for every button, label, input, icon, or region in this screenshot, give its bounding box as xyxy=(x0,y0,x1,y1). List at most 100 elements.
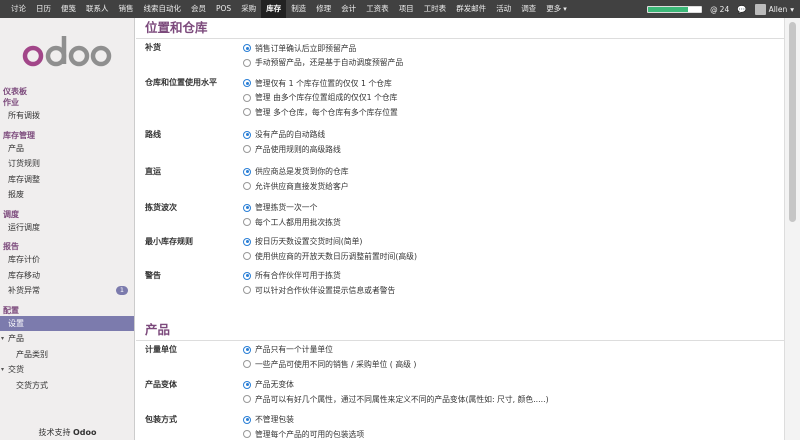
odoo-logo[interactable] xyxy=(0,18,134,86)
chevron-down-icon: ▾ xyxy=(790,4,794,14)
radio-label: 供应商总是发货到你的仓库 xyxy=(255,167,349,177)
radio-option[interactable]: 产品无变体 xyxy=(243,378,549,393)
setting-options: 所有合作伙伴可用于拣货 可以针对合作伙伴设置提示信息或者警告 xyxy=(243,269,395,298)
menu-section-0[interactable]: 仪表板 xyxy=(0,86,134,97)
sidebar-item-4-0[interactable]: 库存计价 xyxy=(0,252,134,268)
radio-checked-icon[interactable] xyxy=(243,203,251,212)
sidebar-item-2-1[interactable]: 订货规则 xyxy=(0,156,134,172)
sidebar-item-2-0[interactable]: 产品 xyxy=(0,141,134,157)
nav-item-12[interactable]: 会计 xyxy=(336,0,361,18)
radio-checked-icon[interactable] xyxy=(243,237,251,246)
radio-label: 使用供应商的开放天数日历调整前置时间(高级) xyxy=(255,251,418,261)
nav-item-18[interactable]: 调查 xyxy=(516,0,541,18)
scrollbar[interactable] xyxy=(784,18,800,440)
setting-row: 警告 所有合作伙伴可用于拣货 可以针对合作伙伴设置提示信息或者警告 xyxy=(136,269,784,304)
scrollbar-thumb[interactable] xyxy=(789,22,796,222)
sidebar-item-5-1[interactable]: ▾ 产品 xyxy=(0,331,134,347)
chat-count: 24 xyxy=(719,4,730,14)
sidebar-item-5-4[interactable]: 交货方式 xyxy=(0,378,134,394)
radio-option[interactable]: 管理拣货一次一个 xyxy=(243,201,341,216)
sidebar-item-5-2[interactable]: 产品类别 xyxy=(0,347,134,363)
setting-row: 包装方式 不管理包装 管理每个产品的可用的包装选项 xyxy=(136,413,784,440)
nav-item-14[interactable]: 项目 xyxy=(394,0,419,18)
radio-checked-icon[interactable] xyxy=(243,44,251,53)
sidebar-item-label: 交货 xyxy=(8,365,24,374)
radio-unchecked-icon[interactable] xyxy=(243,252,251,261)
radio-option[interactable]: 管理 多个仓库，每个仓库有多个库存位置 xyxy=(243,105,398,120)
radio-option[interactable]: 产品可以有好几个属性，通过不同属性来定义不同的产品变体(属性如: 尺寸, 颜色.… xyxy=(243,392,549,407)
radio-option[interactable]: 使用供应商的开放天数日历调整前置时间(高级) xyxy=(243,249,417,264)
powered-by[interactable]: 技术支持 Odoo xyxy=(0,427,135,438)
nav-item-15[interactable]: 工时表 xyxy=(419,0,452,18)
radio-option[interactable]: 允许供应商直接发货给客户 xyxy=(243,179,349,194)
radio-option[interactable]: 可以针对合作伙伴设置提示信息或者警告 xyxy=(243,283,395,298)
sidebar-item-1-0[interactable]: 所有调拨 xyxy=(0,108,134,124)
chat-notifications[interactable]: @ 24 xyxy=(710,5,729,14)
radio-unchecked-icon[interactable] xyxy=(243,108,251,117)
nav-item-9[interactable]: 库存 xyxy=(261,0,287,18)
radio-option[interactable]: 销售订单确认后立即预留产品 xyxy=(243,41,403,56)
nav-item-0[interactable]: 讨论 xyxy=(6,0,31,18)
radio-option[interactable]: 不管理包装 xyxy=(243,413,364,428)
radio-unchecked-icon[interactable] xyxy=(243,395,251,404)
radio-option[interactable]: 按日历天数设置交货时间(简单) xyxy=(243,235,417,250)
setting-row: 拣货波次 管理拣货一次一个 每个工人都用用批次拣货 xyxy=(136,201,784,235)
radio-unchecked-icon[interactable] xyxy=(243,145,251,154)
radio-option[interactable]: 管理仅有 1 个库存位置的仅仅 1 个仓库 xyxy=(243,76,398,91)
nav-item-4[interactable]: 销售 xyxy=(114,0,139,18)
radio-checked-icon[interactable] xyxy=(243,415,251,424)
radio-checked-icon[interactable] xyxy=(243,167,251,176)
nav-item-11[interactable]: 修理 xyxy=(311,0,336,18)
nav-item-7[interactable]: POS xyxy=(211,0,236,18)
sidebar-item-label: 设置 xyxy=(8,318,24,328)
sidebar-item-4-1[interactable]: 库存移动 xyxy=(0,268,134,284)
radio-checked-icon[interactable] xyxy=(243,130,251,139)
sidebar-item-5-0[interactable]: 设置 xyxy=(0,315,134,331)
sidebar-item-2-2[interactable]: 库存调整 xyxy=(0,172,134,188)
messages-icon[interactable]: 💬 xyxy=(737,5,746,14)
sidebar-item-label: 产品 xyxy=(8,143,24,153)
sidebar-item-3-0[interactable]: 运行调度 xyxy=(0,220,134,236)
radio-unchecked-icon[interactable] xyxy=(243,286,251,295)
progress-bar[interactable] xyxy=(647,5,703,13)
radio-unchecked-icon[interactable] xyxy=(243,58,251,67)
radio-checked-icon[interactable] xyxy=(243,271,251,280)
radio-option[interactable]: 管理每个产品的可用的包装选项 xyxy=(243,427,364,440)
radio-checked-icon[interactable] xyxy=(243,345,251,354)
nav-item-6[interactable]: 会员 xyxy=(186,0,211,18)
radio-unchecked-icon[interactable] xyxy=(243,218,251,227)
radio-option[interactable]: 没有产品的自动路线 xyxy=(243,128,341,143)
radio-label: 管理 由多个库存位置组成的仅仅1 个仓库 xyxy=(255,93,398,103)
nav-item-3[interactable]: 联系人 xyxy=(81,0,114,18)
radio-checked-icon[interactable] xyxy=(243,380,251,389)
radio-option[interactable]: 产品使用规则的高级路线 xyxy=(243,142,341,157)
radio-option[interactable]: 手动预留产品，还是基于自动调度预留产品 xyxy=(243,56,403,71)
nav-item-10[interactable]: 制造 xyxy=(286,0,311,18)
nav-item-1[interactable]: 日历 xyxy=(31,0,56,18)
sidebar-item-2-3[interactable]: 报废 xyxy=(0,187,134,203)
radio-unchecked-icon[interactable] xyxy=(243,93,251,102)
nav-item-17[interactable]: 活动 xyxy=(491,0,516,18)
powered-prefix: 技术支持 xyxy=(38,428,71,437)
top-navbar: 讨论 日历 便笺 联系人 销售 线索自动化 会员 POS 采购 库存 制造 修理 会计 工资表 项目 工时表群… xyxy=(0,0,800,18)
nav-item-16[interactable]: 群发邮件 xyxy=(451,0,491,18)
user-menu[interactable]: Allen ▾ xyxy=(754,3,794,15)
radio-option[interactable]: 产品只有一个计量单位 xyxy=(243,343,416,358)
nav-item-2[interactable]: 便笺 xyxy=(56,0,81,18)
setting-row: 计量单位 产品只有一个计量单位 一些产品可使用不同的销售 / 采购单位 ( 高级 ) xyxy=(136,343,784,378)
radio-option[interactable]: 供应商总是发货到你的仓库 xyxy=(243,165,349,180)
sidebar-item-5-3[interactable]: ▾ 交货 xyxy=(0,362,134,378)
nav-item-8[interactable]: 采购 xyxy=(236,0,261,18)
radio-checked-icon[interactable] xyxy=(243,79,251,88)
radio-option[interactable]: 每个工人都用用批次拣货 xyxy=(243,215,341,230)
nav-item-13[interactable]: 工资表 xyxy=(361,0,394,18)
sidebar-item-4-2[interactable]: 补货异常 1 xyxy=(0,283,134,299)
radio-option[interactable]: 所有合作伙伴可用于拣货 xyxy=(243,269,395,284)
setting-label: 包装方式 xyxy=(145,414,177,424)
radio-unchecked-icon[interactable] xyxy=(243,360,251,369)
radio-option[interactable]: 一些产品可使用不同的销售 / 采购单位 ( 高级 ) xyxy=(243,357,416,372)
radio-unchecked-icon[interactable] xyxy=(243,182,251,191)
nav-item-5[interactable]: 线索自动化 xyxy=(139,0,187,18)
radio-option[interactable]: 管理 由多个库存位置组成的仅仅1 个仓库 xyxy=(243,91,398,106)
radio-unchecked-icon[interactable] xyxy=(243,430,251,439)
